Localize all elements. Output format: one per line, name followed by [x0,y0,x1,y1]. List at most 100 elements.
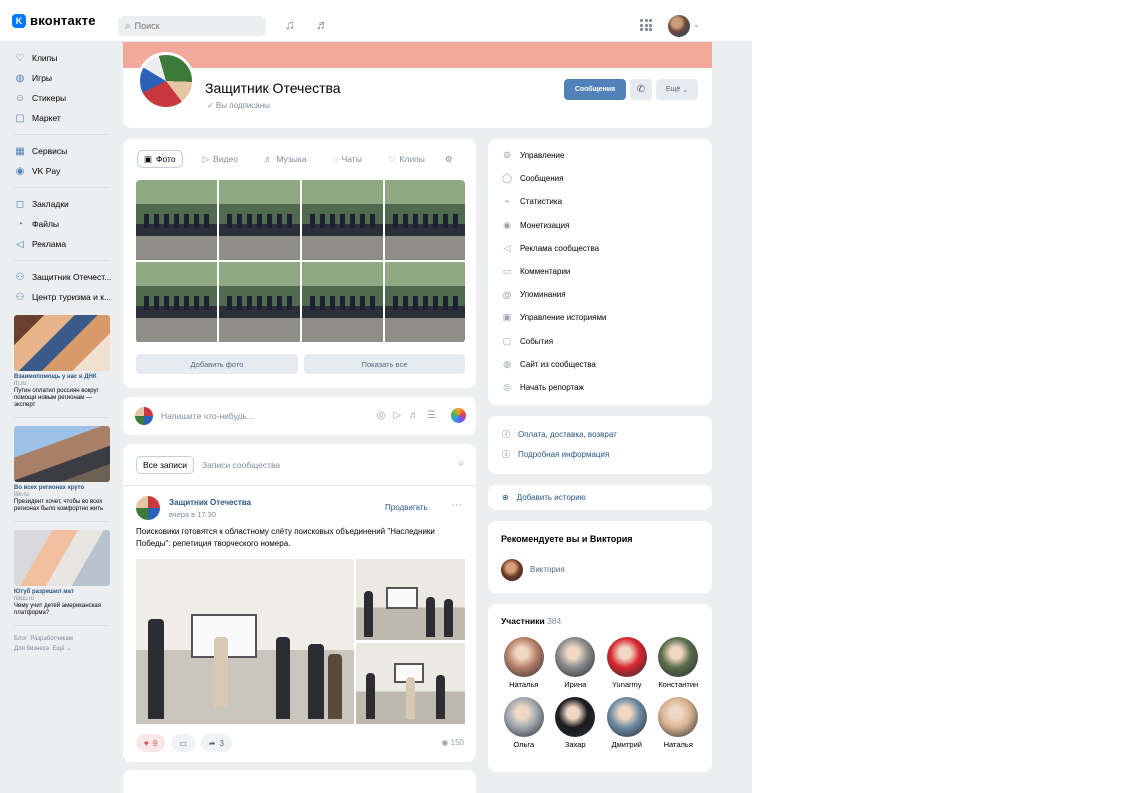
ad-image[interactable] [14,426,110,482]
member-avatar[interactable] [555,697,596,737]
post-composer[interactable]: Напишите что-нибудь... ◎ ▷ ♬ ☰ [123,397,476,435]
post-photo-main[interactable] [136,559,354,724]
call-icon[interactable]: ✆ [630,79,652,100]
member-item[interactable]: Дмитрий [601,697,653,749]
ad-title[interactable]: Ютуб разрешил мат [14,589,110,596]
member-avatar[interactable] [555,637,596,677]
ad-block[interactable]: Взаимопомощь у нас в ДНК rb.ru Путин опл… [14,315,110,409]
sidebar-item-group-tourism[interactable]: ⚇ Центр туризма и к... [14,287,118,307]
ad-image[interactable] [14,530,110,586]
member-item[interactable]: Захар [550,697,602,749]
member-item[interactable]: Наталья [653,697,705,749]
photo-thumbnail[interactable] [136,262,217,342]
sidebar-item-ads[interactable]: ◁ Реклама [14,234,118,254]
menu-item-broadcast[interactable]: ◎ Начать репортаж [488,376,712,399]
list-icon[interactable]: ☰ [427,410,436,421]
sidebar-item-clips[interactable]: ♡ Клипы [14,48,118,68]
post-author[interactable]: Защитник Отечества [169,498,251,507]
member-avatar[interactable] [503,637,544,677]
share-button[interactable]: ➦ 3 [200,734,232,752]
menu-item-messages[interactable]: ◯ Сообщения [488,167,712,190]
promote-button[interactable]: Продвигать [385,503,428,512]
details-link[interactable]: ⓘ Подробная информация [488,444,712,464]
member-item[interactable]: Константин [653,637,705,689]
member-name[interactable]: Дмитрий [612,740,642,749]
member-avatar[interactable] [606,637,647,677]
tab-music[interactable]: ♬ Музыка [258,150,313,168]
messages-button[interactable]: Сообщения [564,79,626,100]
menu-item-stories[interactable]: ▣ Управление историями [488,306,712,329]
menu-item-comments[interactable]: ▭ Комментарии [488,260,712,283]
settings-icon[interactable]: ⚙ [445,154,453,165]
music-icon[interactable]: ♬ [409,410,419,421]
sidebar-item-files[interactable]: ◔ Файлы [14,214,118,234]
sidebar-item-services[interactable]: ▦ Сервисы [14,141,118,161]
post-photo-side[interactable] [356,643,465,724]
add-photo-button[interactable]: Добавить фото [136,354,298,374]
menu-item-site[interactable]: ◍ Сайт из сообщества [488,353,712,376]
ad-title[interactable]: Взаимопомощь у нас в ДНК [14,374,110,381]
user-avatar[interactable] [668,15,690,37]
menu-item-monetization[interactable]: ◉ Монетизация [488,214,712,237]
member-name[interactable]: Наталья [664,740,693,749]
photo-thumbnail[interactable] [302,262,383,342]
chevron-down-icon[interactable]: ⌄ [693,20,700,29]
ad-image[interactable] [14,315,110,371]
member-name[interactable]: Константин [658,680,698,689]
member-name[interactable]: Ирина [564,680,586,689]
photo-thumbnail[interactable] [385,180,465,260]
video-icon[interactable]: ▷ [393,410,401,421]
subscription-status[interactable]: ✓ Вы подписаны [207,101,270,110]
music-icon[interactable]: ♬ [316,17,329,32]
member-name[interactable]: Наталья [509,680,538,689]
group-avatar[interactable] [137,52,195,110]
tab-all-posts[interactable]: Все записи [136,456,194,474]
sidebar-item-stickers[interactable]: ☺ Стикеры [14,88,118,108]
tab-chats[interactable]: ◌ Чаты [327,150,368,168]
palette-icon[interactable] [451,408,466,423]
member-name[interactable]: Захар [565,740,586,749]
tab-video[interactable]: ▷ Видео [197,150,244,168]
sidebar-item-group-defender[interactable]: ⚇ Защитник Отечест... [14,267,118,287]
footer-link-blog[interactable]: Блог [14,636,27,642]
photo-thumbnail[interactable] [385,262,465,342]
photo-thumbnail[interactable] [302,180,383,260]
delivery-link[interactable]: ⓘ Оплата, доставка, возврат [488,424,712,444]
menu-item-ads[interactable]: ◁ Реклама сообщества [488,237,712,260]
show-all-photos-button[interactable]: Показать все [304,354,465,374]
sidebar-item-vkpay[interactable]: ◉ VK Pay [14,161,118,181]
tab-clips[interactable]: ♡ Клипы [382,150,431,168]
member-avatar[interactable] [606,697,647,737]
member-item[interactable]: Yunarmy [601,637,653,689]
comment-button[interactable]: ▭ [171,734,195,752]
menu-item-manage[interactable]: ⚙ Управление [488,144,712,167]
member-name[interactable]: Ольга [513,740,534,749]
post-photo-side[interactable] [356,559,465,640]
recommender-name[interactable]: Виктория [530,565,565,574]
apps-grid-icon[interactable] [640,19,652,31]
member-avatar[interactable] [658,637,699,677]
tab-photo[interactable]: ▣ Фото [137,150,183,168]
photo-thumbnail[interactable] [219,262,300,342]
footer-link-dev[interactable]: Разработчикам [30,636,73,642]
member-name[interactable]: Yunarmy [612,680,642,689]
member-item[interactable]: Ольга [498,697,550,749]
footer-link-more[interactable]: Ещё [52,646,64,652]
ad-block[interactable]: Ютуб разрешил мат ridus.ru Чему учит дет… [14,530,110,617]
more-button[interactable]: Ещё ⌄ [656,79,698,100]
sidebar-item-bookmarks[interactable]: ◻ Закладки [14,194,118,214]
recommender-avatar[interactable] [501,559,523,581]
search-box[interactable]: ⌕ [118,16,266,36]
search-icon[interactable]: ⌕ [458,458,464,469]
ad-block[interactable]: Во всех регионах круто life.ru Президент… [14,426,110,513]
ad-title[interactable]: Во всех регионах круто [14,485,110,492]
member-item[interactable]: Наталья [498,637,550,689]
footer-link-business[interactable]: Для бизнеса [14,646,49,652]
add-story-button[interactable]: ⊕ Добавить историю [488,485,712,510]
member-item[interactable]: Ирина [550,637,602,689]
more-dots-icon[interactable]: ··· [451,499,462,511]
member-avatar[interactable] [658,697,699,737]
member-avatar[interactable] [503,697,544,737]
members-title[interactable]: Участники 384 [501,616,561,626]
menu-item-events[interactable]: ▢ События [488,330,712,353]
